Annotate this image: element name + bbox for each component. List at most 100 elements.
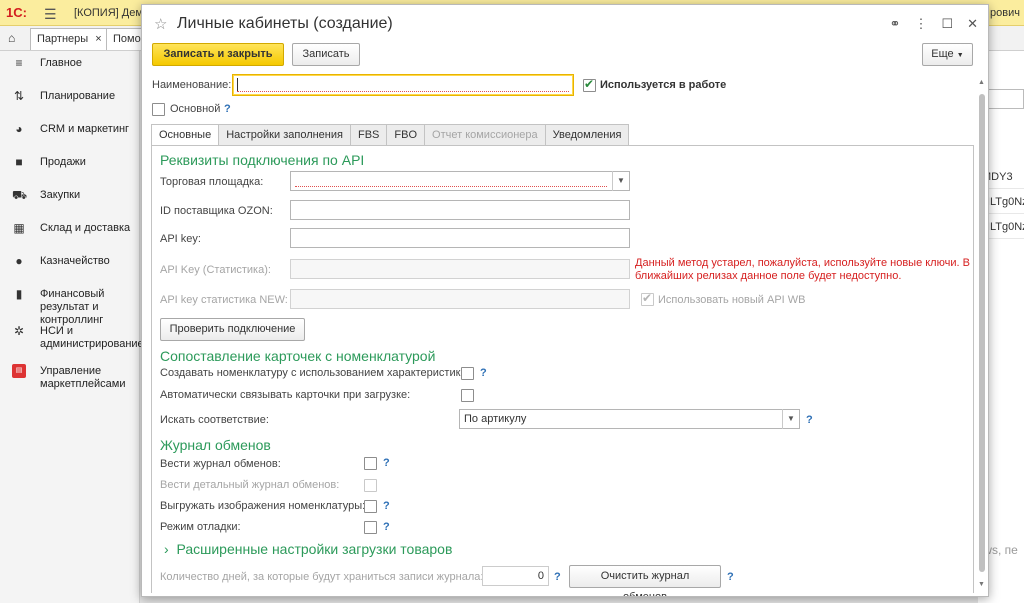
help-icon[interactable]: ? [727,571,734,583]
app-tab-help[interactable]: Помо [106,28,146,50]
check-connection-button[interactable]: Проверить подключение [160,318,305,341]
sidebar-item-sales[interactable]: ■ Продажи [0,152,139,185]
more-button-label: Еще [931,48,954,60]
tab-notifications[interactable]: Уведомления [544,124,630,146]
home-icon[interactable]: ⌂ [8,31,15,45]
gear-icon: ✲ [13,324,25,338]
main-label: Основной [170,103,221,115]
tab-main[interactable]: Основные [151,124,219,146]
app-tab-label: Помо [113,33,141,45]
search-match-label: Искать соответствие: [160,414,269,426]
maximize-icon[interactable]: ☐ [941,16,953,32]
user-name[interactable]: рович [990,7,1020,19]
hamburger-icon[interactable]: ☰ [44,6,57,23]
advanced-section-toggle[interactable]: › Расширенные настройки загрузки товаров [164,541,452,557]
sidebar-item-admin[interactable]: ✲ НСИ и администрирование [0,321,144,361]
retention-days-input[interactable]: 0 [482,566,549,586]
sidebar-item-treasury[interactable]: ● Казначейство [0,251,139,284]
api-key-label: API key: [160,233,201,245]
window-controls: ⚭ ⋮ ☐ ✕ [890,16,978,32]
marketplace-label: Торговая площадка: [160,176,264,188]
create-items-checkbox[interactable] [461,367,474,380]
help-icon[interactable]: ? [480,367,487,379]
sidebar-item-label: Склад и доставка [40,222,131,234]
cart-icon: ⛟ [12,188,28,202]
api-section-title: Реквизиты подключения по API [160,152,365,168]
auto-link-label: Автоматически связывать карточки при заг… [160,389,411,401]
detailed-log-checkbox [364,479,377,492]
chevron-right-icon: › [164,541,169,557]
chevron-down-icon[interactable]: ▼ [612,171,629,191]
sidebar-item-label: CRM и маркетинг [40,123,130,135]
coin-icon: ● [15,254,23,268]
close-icon[interactable]: ✕ [967,16,978,32]
help-icon[interactable]: ? [806,414,813,426]
close-icon[interactable]: × [95,33,101,45]
app-tab-partners[interactable]: Партнеры × [30,28,109,50]
tab-fill-settings[interactable]: Настройки заполнения [218,124,350,146]
in-use-checkbox[interactable] [583,77,596,92]
form-title: Личные кабинеты (создание) [177,15,393,32]
app-logo: 1С: [6,5,27,20]
sidebar-item-label: Закупки [40,189,81,201]
use-new-api-label: Использовать новый API WB [658,294,806,306]
sidebar-item-marketplaces[interactable]: ▤ Управление маркетплейсами [0,361,139,401]
tab-fbs[interactable]: FBS [349,124,387,146]
chevron-down-icon[interactable]: ▼ [782,409,799,429]
upload-images-checkbox[interactable] [364,500,377,513]
save-button[interactable]: Записать [292,43,360,66]
help-icon[interactable]: ? [383,457,390,469]
link-icon[interactable]: ⚭ [890,16,901,32]
scroll-thumb[interactable] [979,94,985,572]
api-key-stat-label: API Key (Статистика): [160,264,271,276]
retention-days-label: Количество дней, за которые будут хранит… [160,571,484,583]
sidebar-item-planning[interactable]: ⇅ Планирование [0,86,139,119]
form-scrollbar[interactable]: ▲ ▼ [977,79,987,594]
debug-mode-checkbox[interactable] [364,521,377,534]
scroll-down-icon[interactable]: ▼ [978,581,985,588]
app-tab-label: Партнеры [37,33,89,45]
star-icon[interactable]: ☆ [154,15,167,33]
mapping-section-title: Сопоставление карточек с номенклатурой [160,348,436,364]
auto-link-checkbox[interactable] [461,389,474,402]
help-icon[interactable]: ? [383,521,390,533]
marketplace-icon: ▤ [12,364,26,378]
search-match-value: По артикулу [464,413,527,425]
ozon-id-label: ID поставщика OZON: [160,205,273,217]
planning-icon: ⇅ [13,89,25,103]
api-key-stat-input [290,259,630,279]
api-key-stat-new-label: API key статистика NEW: [160,294,288,306]
more-button[interactable]: Еще ▼ [922,43,973,66]
save-and-close-button[interactable]: Записать и закрыть [152,43,284,66]
bar-chart-icon: ▮ [15,287,23,301]
advanced-section-title: Расширенные настройки загрузки товаров [176,541,453,557]
sidebar-item-main[interactable]: ≡ Главное [0,53,139,86]
help-icon[interactable]: ? [224,103,231,115]
in-use-label: Используется в работе [600,79,727,91]
api-key-input[interactable] [290,228,630,248]
sidebar-item-label: НСИ и администрирование [40,325,144,350]
name-input[interactable] [232,74,574,96]
sidebar-item-crm[interactable]: ◕ CRM и маркетинг [0,119,139,152]
scroll-up-icon[interactable]: ▲ [978,79,985,86]
help-icon[interactable]: ? [383,500,390,512]
marketplace-select[interactable]: ▼ [290,171,630,191]
help-icon[interactable]: ? [554,571,561,583]
search-match-select[interactable]: По артикулу ▼ [459,409,800,429]
ozon-id-input[interactable] [290,200,630,220]
sidebar-item-finance[interactable]: ▮ Финансовый результат и контроллинг [0,284,139,326]
sidebar-item-warehouse[interactable]: ▦ Склад и доставка [0,218,139,251]
sidebar: ≡ Главное ⇅ Планирование ◕ CRM и маркетинг … [0,51,144,603]
more-vertical-icon[interactable]: ⋮ [914,16,927,32]
sidebar-item-label: Планирование [40,90,116,102]
clear-log-button[interactable]: Очистить журнал обменов [569,565,721,596]
log-section-title: Журнал обменов [160,437,271,453]
main-checkbox[interactable] [152,103,165,116]
detailed-log-label: Вести детальный журнал обменов: [160,479,340,491]
required-underline [295,186,607,187]
keep-log-checkbox[interactable] [364,457,377,470]
background-search-input[interactable] [988,89,1024,109]
sidebar-item-purchases[interactable]: ⛟ Закупки [0,185,139,218]
tab-fbo[interactable]: FBO [386,124,425,146]
tab-commission-report: Отчет комиссионера [424,124,545,146]
